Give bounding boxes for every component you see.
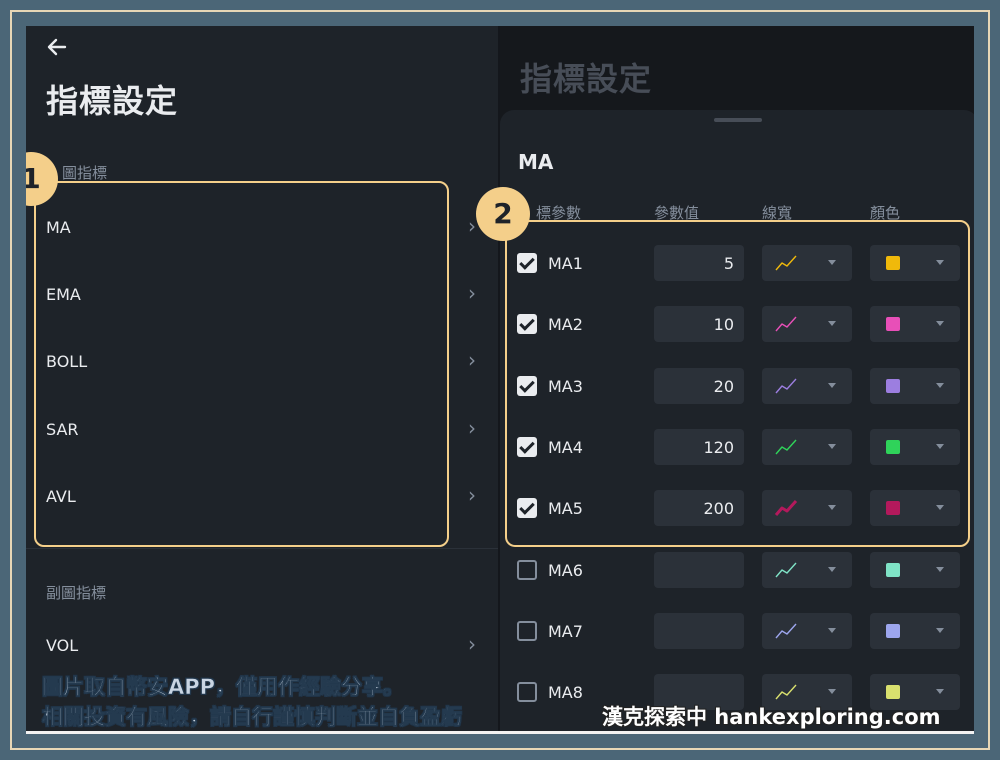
indicator-item-vol[interactable]: VOL › xyxy=(46,626,476,666)
line-width-select-7[interactable] xyxy=(762,612,852,649)
ma-label: MA8 xyxy=(548,683,583,703)
color-swatch xyxy=(886,685,900,700)
color-swatch xyxy=(886,623,900,638)
chevron-right-icon: › xyxy=(468,632,476,656)
ma-row-7: MA7 xyxy=(500,612,974,652)
main-chart-section-label: 圖指標 xyxy=(62,164,108,182)
color-swatch xyxy=(886,562,900,577)
chevron-right-icon: › xyxy=(468,214,476,238)
bottom-rule xyxy=(26,731,974,734)
highlight-box-2 xyxy=(505,220,970,547)
app-screen: 指標設定 圖指標 MA › EMA › BOLL › SAR › AVL › 副… xyxy=(26,26,974,734)
chevron-right-icon: › xyxy=(468,348,476,372)
page-title: 指標設定 xyxy=(46,82,179,120)
ma-row-6: MA6 xyxy=(500,551,974,591)
section-divider xyxy=(26,548,498,549)
chevron-down-icon xyxy=(828,689,836,695)
line-chart-icon xyxy=(775,562,797,577)
chevron-down-icon xyxy=(828,627,836,633)
color-select-6[interactable] xyxy=(870,551,960,588)
highlight-box-1 xyxy=(34,181,449,547)
checkbox-6[interactable] xyxy=(517,559,537,580)
site-watermark: 漢克探索中 hankexploring.com xyxy=(602,705,941,729)
chevron-down-icon xyxy=(936,627,944,633)
checkbox-7[interactable] xyxy=(517,620,537,641)
disclaimer-line-2: 相關投資有風險，請自行謹慎判斷並自負盈虧 xyxy=(42,705,463,730)
checkbox-8[interactable] xyxy=(517,682,537,703)
line-width-select-6[interactable] xyxy=(762,551,852,588)
line-chart-icon xyxy=(775,684,797,700)
chevron-down-icon xyxy=(936,689,944,695)
ma-label: MA6 xyxy=(548,560,583,580)
ma-label: MA7 xyxy=(548,621,583,641)
annotation-badge-2: 2 xyxy=(476,187,530,241)
param-value-input-6[interactable] xyxy=(654,551,744,588)
chevron-right-icon: › xyxy=(468,281,476,305)
param-value-input-7[interactable] xyxy=(654,612,744,649)
indicator-label: VOL xyxy=(46,636,79,655)
line-chart-icon xyxy=(775,623,797,639)
background-page-title: 指標設定 xyxy=(520,60,653,98)
chevron-right-icon: › xyxy=(468,483,476,507)
chevron-down-icon xyxy=(936,566,944,572)
chevron-right-icon: › xyxy=(468,416,476,440)
arrow-left-icon[interactable] xyxy=(46,36,68,58)
disclaimer-line-1: 圖片取自幣安APP，僅用作經驗分享。 xyxy=(42,675,405,700)
sheet-title: MA xyxy=(518,150,554,174)
color-select-7[interactable] xyxy=(870,612,960,649)
chevron-down-icon xyxy=(828,566,836,572)
sub-chart-section-label: 副圖指標 xyxy=(46,584,107,602)
sheet-drag-handle[interactable] xyxy=(714,118,762,122)
